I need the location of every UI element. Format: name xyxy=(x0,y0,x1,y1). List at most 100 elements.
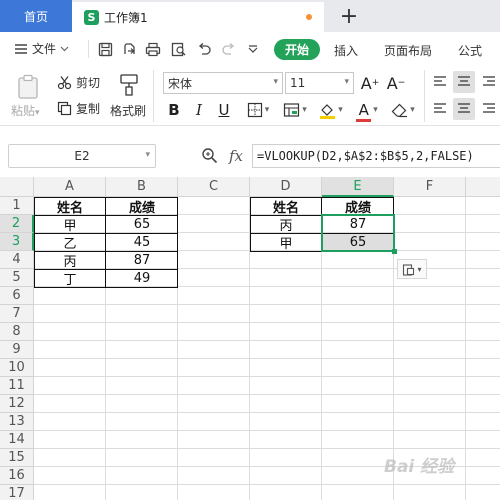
spreadsheet-grid[interactable]: ABCDEF 1 2 3 4 5 6 7 8 9 10 11 12 13 14 15 16 17 姓名 成绩 甲… xyxy=(0,177,500,500)
row-header-16[interactable]: 16 xyxy=(0,467,34,485)
cut-label: 剪切 xyxy=(76,76,101,90)
new-tab-button[interactable]: + xyxy=(338,3,360,29)
cell-B4[interactable]: 87 xyxy=(106,251,178,269)
hamburger-icon xyxy=(15,43,27,54)
redo-icon[interactable] xyxy=(219,40,237,58)
tab-start[interactable]: 开始 xyxy=(274,39,320,60)
align-center-icon[interactable] xyxy=(453,98,475,120)
fill-handle[interactable] xyxy=(392,249,397,254)
cell-A4[interactable]: 丙 xyxy=(34,251,106,270)
font-color-button[interactable]: A ▾ xyxy=(352,99,382,122)
row-header-13[interactable]: 13 xyxy=(0,413,34,431)
row-header-12[interactable]: 12 xyxy=(0,395,34,413)
cell-B1[interactable]: 成绩 xyxy=(106,197,178,216)
save-icon[interactable] xyxy=(96,40,114,58)
align-right-icon[interactable] xyxy=(479,99,499,119)
decrease-font-icon[interactable]: A − xyxy=(386,72,406,94)
align-left-icon[interactable] xyxy=(430,99,450,119)
underline-button[interactable]: U xyxy=(215,99,233,121)
tab-document[interactable]: S 工作簿1 xyxy=(72,2,324,32)
column-header-g[interactable] xyxy=(466,177,500,197)
cell-A3[interactable]: 乙 xyxy=(34,233,106,252)
font-color-icon: A xyxy=(356,101,372,122)
row-header-10[interactable]: 10 xyxy=(0,359,34,377)
selection-range xyxy=(321,214,395,252)
cell-A1[interactable]: 姓名 xyxy=(34,197,106,216)
select-all-corner[interactable] xyxy=(0,177,34,197)
align-top-icon[interactable] xyxy=(430,72,450,92)
paste-button[interactable]: 粘贴▾ xyxy=(11,102,40,119)
row-header-1[interactable]: 1 xyxy=(0,197,34,215)
paste-label: 粘贴 xyxy=(11,104,36,118)
row-header-5[interactable]: 5 xyxy=(0,269,34,287)
copy-label: 复制 xyxy=(76,102,101,116)
row-header-6[interactable]: 6 xyxy=(0,287,34,305)
tab-formula[interactable]: 公式 xyxy=(458,42,482,59)
name-box[interactable]: E2 ▾ xyxy=(8,144,156,168)
zoom-icon[interactable] xyxy=(201,147,218,167)
cell-D3[interactable]: 甲 xyxy=(250,233,322,252)
cell-style-button[interactable]: ▾ xyxy=(280,99,310,121)
bold-button[interactable]: B xyxy=(165,99,183,121)
font-color-letter: A xyxy=(358,101,369,119)
row-header-14[interactable]: 14 xyxy=(0,431,34,449)
copy-button[interactable]: 复制 xyxy=(57,100,100,117)
row-header-11[interactable]: 11 xyxy=(0,377,34,395)
column-header-a[interactable]: A xyxy=(34,177,106,197)
undo-icon[interactable] xyxy=(195,40,213,58)
row-header-2[interactable]: 2 xyxy=(0,215,34,233)
italic-button[interactable]: I xyxy=(190,99,208,121)
file-menu[interactable]: 文件 xyxy=(14,40,69,57)
borders-button[interactable]: ▾ xyxy=(243,99,273,121)
tab-insert[interactable]: 插入 xyxy=(334,42,358,59)
font-size-value: 11 xyxy=(290,76,306,90)
increase-font-icon[interactable]: A + xyxy=(360,72,380,94)
formula-input[interactable]: =VLOOKUP(D2,$A$2:$B$5,2,FALSE) xyxy=(252,144,500,168)
cut-button[interactable]: 剪切 xyxy=(57,74,100,91)
clear-button[interactable]: ▾ xyxy=(388,99,418,121)
print-icon[interactable] xyxy=(144,40,162,58)
document-title: 工作簿1 xyxy=(104,10,148,25)
cell-E1[interactable]: 成绩 xyxy=(322,197,394,216)
row-header-8[interactable]: 8 xyxy=(0,323,34,341)
paste-options-button[interactable]: ▾ xyxy=(397,259,427,279)
tab-page-layout[interactable]: 页面布局 xyxy=(384,42,432,59)
divider xyxy=(88,40,89,58)
menu-row: 文件 开始 插入 页面布局 公式 xyxy=(0,32,500,66)
paste-icon[interactable] xyxy=(13,74,43,100)
tab-bar: 首页 S 工作簿1 + xyxy=(0,0,500,32)
row-header-17[interactable]: 17 xyxy=(0,485,34,500)
export-icon[interactable] xyxy=(120,40,138,58)
unsaved-indicator-icon xyxy=(306,14,312,20)
row-header-9[interactable]: 9 xyxy=(0,341,34,359)
column-header-f[interactable]: F xyxy=(394,177,466,197)
column-header-c[interactable]: C xyxy=(178,177,250,197)
row-header-7[interactable]: 7 xyxy=(0,305,34,323)
cell-A5[interactable]: 丁 xyxy=(34,269,106,288)
column-header-d[interactable]: D xyxy=(250,177,322,197)
fx-icon[interactable]: fx xyxy=(229,147,243,165)
column-header-e[interactable]: E xyxy=(322,177,394,197)
cell-B5[interactable]: 49 xyxy=(106,269,178,287)
row-header-4[interactable]: 4 xyxy=(0,251,34,269)
font-size-select[interactable]: 11 ▾ xyxy=(285,72,354,94)
cell-A2[interactable]: 甲 xyxy=(34,215,106,234)
row-header-3[interactable]: 3 xyxy=(0,233,34,251)
fill-color-button[interactable]: ▾ xyxy=(316,99,346,121)
format-painter-icon[interactable] xyxy=(117,72,141,98)
align-bottom-icon[interactable] xyxy=(479,72,499,92)
cell-reference: E2 xyxy=(74,149,90,163)
tab-home[interactable]: 首页 xyxy=(0,0,72,32)
column-header-b[interactable]: B xyxy=(106,177,178,197)
print-preview-icon[interactable] xyxy=(170,40,188,58)
format-painter-label[interactable]: 格式刷 xyxy=(110,102,146,119)
ribbon: 粘贴▾ 剪切 复制 格式刷 宋体 ▾ 11 ▾ A + A − B I U ▾ ▾ … xyxy=(0,66,500,126)
cell-D2[interactable]: 丙 xyxy=(250,215,322,234)
more-icon[interactable] xyxy=(244,40,262,58)
cell-B2[interactable]: 65 xyxy=(106,215,178,233)
cell-B3[interactable]: 45 xyxy=(106,233,178,251)
row-header-15[interactable]: 15 xyxy=(0,449,34,467)
align-middle-icon[interactable] xyxy=(453,71,475,93)
cell-D1[interactable]: 姓名 xyxy=(250,197,322,216)
font-name-select[interactable]: 宋体 ▾ xyxy=(163,72,283,94)
